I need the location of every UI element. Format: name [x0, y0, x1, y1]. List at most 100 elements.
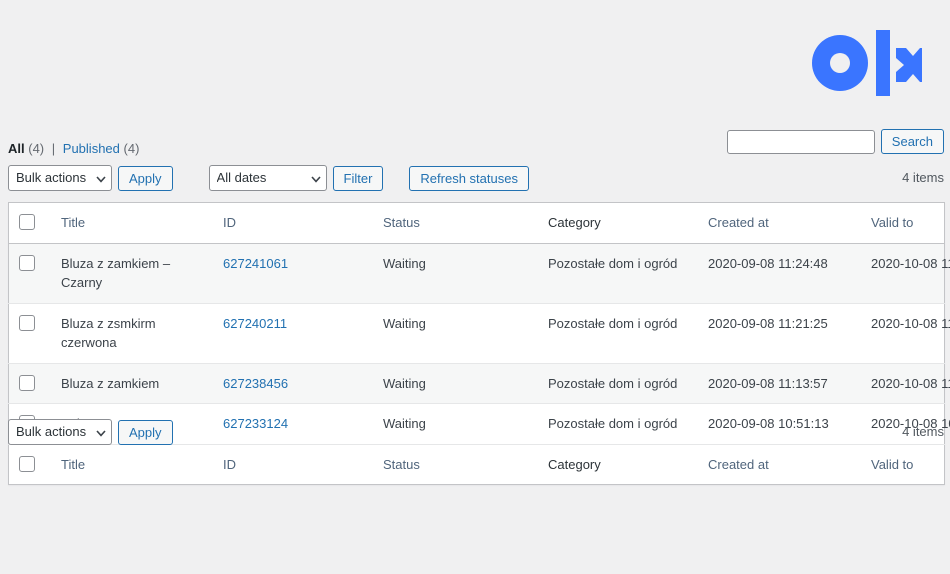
column-footer-created-at[interactable]: Created at: [708, 444, 871, 485]
bulk-actions-select-top-wrap: Bulk actions: [8, 165, 112, 191]
cell-created-at-text: 2020-09-08 11:24:48: [708, 256, 828, 271]
bulk-actions-select-top[interactable]: Bulk actions: [8, 165, 112, 191]
column-header-category-label: Category: [548, 215, 601, 230]
column-header-id-link[interactable]: ID: [223, 215, 236, 230]
cell-created-at-text: 2020-09-08 11:21:25: [708, 316, 828, 331]
search-input[interactable]: [727, 130, 875, 154]
column-header-category: Category: [548, 203, 708, 244]
column-footer-title[interactable]: Title: [61, 444, 223, 485]
column-footer-id-link[interactable]: ID: [223, 457, 236, 472]
apply-button-top[interactable]: Apply: [118, 166, 173, 191]
tablenav-bottom: Bulk actions Apply 4 items: [8, 419, 944, 449]
row-select-cell: [9, 363, 62, 404]
cell-valid-to-text: 2020-10-08 11:21:25: [871, 316, 950, 331]
cell-id-text[interactable]: 627241061: [223, 256, 288, 271]
tablenav-bottom-actions: Bulk actions Apply: [8, 419, 944, 445]
cell-category: Pozostałe dom i ogród: [548, 303, 708, 363]
column-header-title-link[interactable]: Title: [61, 215, 85, 230]
refresh-statuses-button[interactable]: Refresh statuses: [409, 166, 529, 191]
table-row: Bluza z zamkiem – Czarny 627241061 Waiting…: [9, 243, 945, 303]
filter-button[interactable]: Filter: [333, 166, 384, 191]
cell-status-text: Waiting: [383, 256, 426, 271]
select-all-footer: [9, 444, 62, 485]
apply-button-bottom[interactable]: Apply: [118, 420, 173, 445]
cell-created-at: 2020-09-08 11:24:48: [708, 243, 871, 303]
table-row: Bluza z zsmkirm czerwona 627240211 Waiting…: [9, 303, 945, 363]
row-select-cell: [9, 303, 62, 363]
table-row: Bluza z zamkiem 627238456 Waiting Pozostałe…: [9, 363, 945, 404]
cell-created-at-text: 2020-09-08 11:13:57: [708, 376, 828, 391]
cell-id[interactable]: 627238456: [223, 363, 383, 404]
cell-title: Bluza z zamkiem: [61, 363, 223, 404]
cell-category-text: Pozostałe dom i ogród: [548, 316, 677, 331]
column-header-valid-to-link[interactable]: Valid to: [871, 215, 913, 230]
cell-status: Waiting: [383, 243, 548, 303]
cell-category-text: Pozostałe dom i ogród: [548, 256, 677, 271]
bulk-actions-select-bottom-wrap: Bulk actions: [8, 419, 112, 445]
cell-title-text: Bluza z zsmkirm czerwona: [61, 316, 156, 351]
view-link-published[interactable]: Published: [63, 141, 120, 156]
row-select-checkbox[interactable]: [19, 255, 35, 271]
date-filter-select[interactable]: All dates: [209, 165, 327, 191]
cell-created-at: 2020-09-08 11:21:25: [708, 303, 871, 363]
cell-valid-to: 2020-10-08 11:21:25: [871, 303, 945, 363]
items-count-top: 4 items: [902, 170, 944, 185]
column-footer-category: Category: [548, 444, 708, 485]
column-footer-valid-to[interactable]: Valid to: [871, 444, 945, 485]
column-header-status[interactable]: Status: [383, 203, 548, 244]
cell-status: Waiting: [383, 303, 548, 363]
cell-title-text: Bluza z zamkiem – Czarny: [61, 256, 170, 291]
column-header-created-at[interactable]: Created at: [708, 203, 871, 244]
column-header-status-link[interactable]: Status: [383, 215, 420, 230]
cell-title: Bluza z zamkiem – Czarny: [61, 243, 223, 303]
column-footer-status-link[interactable]: Status: [383, 457, 420, 472]
select-all-checkbox-bottom[interactable]: [19, 456, 35, 472]
row-select-checkbox[interactable]: [19, 375, 35, 391]
column-header-valid-to[interactable]: Valid to: [871, 203, 945, 244]
row-select-cell: [9, 243, 62, 303]
cell-category: Pozostałe dom i ogród: [548, 363, 708, 404]
view-count-published: (4): [124, 141, 140, 156]
cell-valid-to-text: 2020-10-08 11:13:57: [871, 376, 950, 391]
column-header-created-at-link[interactable]: Created at: [708, 215, 769, 230]
column-header-title[interactable]: Title: [61, 203, 223, 244]
cell-status-text: Waiting: [383, 376, 426, 391]
table-foot: Title ID Status Category Created at Vali…: [9, 444, 945, 485]
column-footer-valid-to-link[interactable]: Valid to: [871, 457, 913, 472]
table-header-row: Title ID Status Category Created at Vali…: [9, 203, 945, 244]
tablenav-top: Bulk actions Apply All dates Filter Refr…: [8, 165, 944, 195]
row-select-checkbox[interactable]: [19, 315, 35, 331]
cell-id[interactable]: 627241061: [223, 243, 383, 303]
cell-id-text[interactable]: 627238456: [223, 376, 288, 391]
cell-id[interactable]: 627240211: [223, 303, 383, 363]
search-box: Search: [727, 129, 944, 154]
date-filter-select-wrap: All dates: [209, 165, 327, 191]
olx-logo: [812, 30, 922, 96]
cell-status: Waiting: [383, 363, 548, 404]
column-footer-status[interactable]: Status: [383, 444, 548, 485]
cell-valid-to-text: 2020-10-08 11:24:48: [871, 256, 950, 271]
cell-id-text[interactable]: 627240211: [223, 316, 287, 331]
views-filter-links: All (4) | Published (4): [8, 141, 139, 157]
column-footer-id[interactable]: ID: [223, 444, 383, 485]
view-count-all: (4): [28, 141, 44, 156]
view-link-all[interactable]: All: [8, 141, 25, 156]
bulk-actions-select-bottom[interactable]: Bulk actions: [8, 419, 112, 445]
cell-valid-to: 2020-10-08 11:13:57: [871, 363, 945, 404]
cell-status-text: Waiting: [383, 316, 426, 331]
tablenav-top-actions: Bulk actions Apply All dates Filter Refr…: [8, 165, 944, 191]
column-footer-title-link[interactable]: Title: [61, 457, 85, 472]
column-header-id[interactable]: ID: [223, 203, 383, 244]
select-all-header: [9, 203, 62, 244]
select-all-checkbox-top[interactable]: [19, 214, 35, 230]
items-count-bottom: 4 items: [902, 424, 944, 439]
search-button[interactable]: Search: [881, 129, 944, 154]
column-footer-created-at-link[interactable]: Created at: [708, 457, 769, 472]
cell-valid-to: 2020-10-08 11:24:48: [871, 243, 945, 303]
cell-title: Bluza z zsmkirm czerwona: [61, 303, 223, 363]
cell-category: Pozostałe dom i ogród: [548, 243, 708, 303]
cell-title-text: Bluza z zamkiem: [61, 376, 159, 391]
views-separator: |: [48, 141, 59, 156]
table-footer-row: Title ID Status Category Created at Vali…: [9, 444, 945, 485]
cell-category-text: Pozostałe dom i ogród: [548, 376, 677, 391]
